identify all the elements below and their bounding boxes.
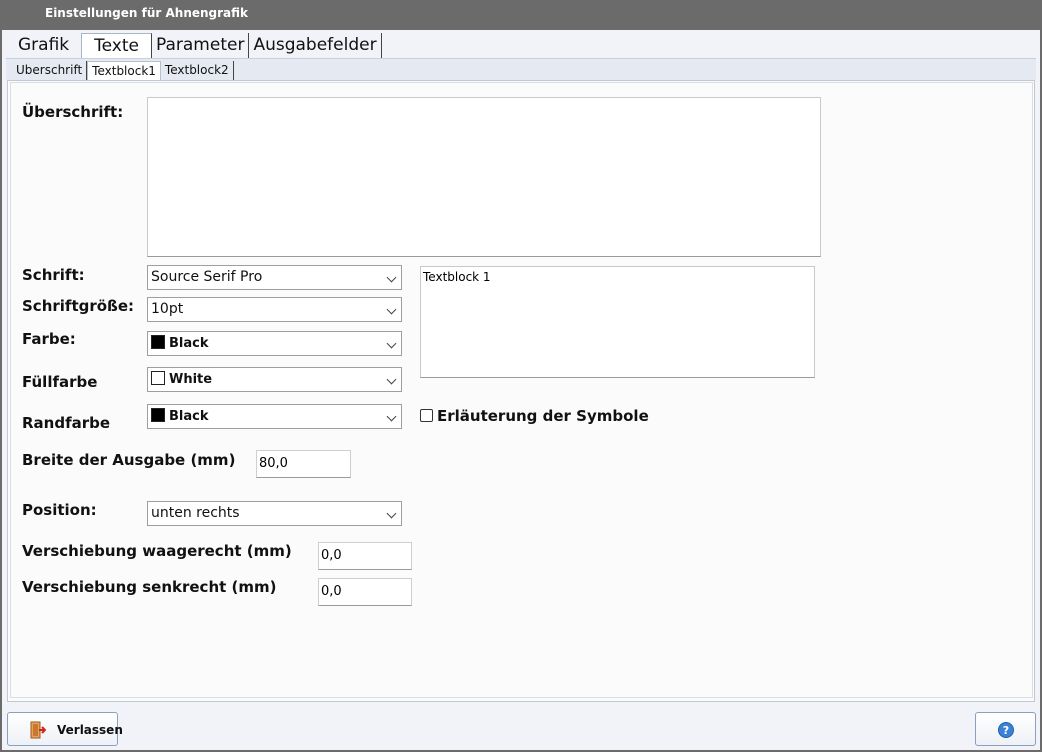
font-select-value: Source Serif Pro (151, 269, 263, 285)
border-label: Randfarbe (22, 414, 111, 432)
color-select[interactable]: Black (147, 331, 402, 356)
chevron-down-icon (386, 374, 397, 385)
exit-button-label: Verlassen (57, 723, 123, 737)
font-label: Schrift: (22, 266, 85, 284)
color-label: Farbe: (22, 330, 76, 348)
chevron-down-icon (386, 338, 397, 349)
sub-tabs: Uberschrift Textblock1 Textblock2 (12, 61, 234, 80)
exit-button[interactable]: Verlassen (7, 712, 123, 746)
chevron-down-icon (386, 304, 397, 315)
heading-textarea[interactable] (147, 97, 821, 257)
position-label: Position: (22, 501, 97, 519)
tab-grafik[interactable]: Grafik (6, 33, 81, 58)
border-swatch (151, 408, 165, 422)
chevron-down-icon (386, 272, 397, 283)
legend-label[interactable]: Erläuterung der Symbole (437, 407, 649, 425)
heading-label: Überschrift: (22, 103, 124, 121)
chevron-down-icon (386, 411, 397, 422)
door-exit-icon (30, 721, 46, 739)
position-select[interactable]: unten rechts (147, 501, 402, 526)
tab-parameter[interactable]: Parameter (152, 33, 250, 58)
tab-texte[interactable]: Texte (81, 33, 152, 58)
shift-h-label: Verschiebung waagerecht (mm) (22, 542, 292, 560)
border-select-value: Black (169, 409, 209, 424)
subtab-textblock1[interactable]: Textblock1 (87, 61, 161, 80)
fill-swatch (151, 371, 165, 385)
color-select-value: Black (169, 336, 209, 351)
width-input[interactable]: 80,0 (256, 450, 351, 478)
size-select[interactable]: 10pt (147, 297, 402, 322)
footer-bar (2, 706, 1040, 750)
size-label: Schriftgröße: (22, 297, 135, 315)
font-select[interactable]: Source Serif Pro (147, 265, 402, 290)
shift-v-input[interactable]: 0,0 (318, 578, 412, 606)
svg-text:?: ? (1003, 724, 1009, 737)
color-swatch (151, 335, 165, 349)
help-button[interactable]: ? (975, 712, 1036, 746)
help-icon: ? (998, 722, 1014, 738)
shift-h-input[interactable]: 0,0 (318, 542, 412, 570)
window-title: Einstellungen für Ahnengrafik (45, 6, 249, 20)
legend-checkbox[interactable] (420, 409, 433, 422)
border-select[interactable]: Black (147, 404, 402, 429)
fill-label: Füllfarbe (22, 373, 98, 391)
tab-ausgabefelder[interactable]: Ausgabefelder (249, 33, 382, 58)
subtab-uberschrift[interactable]: Uberschrift (12, 61, 88, 80)
title-bar: Einstellungen für Ahnengrafik (0, 0, 1042, 30)
width-label: Breite der Ausgabe (mm) (22, 451, 236, 469)
preview-text: Textblock 1 (423, 270, 491, 284)
size-select-value: 10pt (151, 301, 184, 317)
fill-select[interactable]: White (147, 367, 402, 392)
chevron-down-icon (386, 508, 397, 519)
preview-box: Textblock 1 (420, 266, 815, 378)
shift-v-label: Verschiebung senkrecht (mm) (22, 578, 277, 596)
position-select-value: unten rechts (151, 505, 240, 521)
main-tabs: Grafik Texte Parameter Ausgabefelder (6, 33, 382, 58)
subtab-textblock2[interactable]: Textblock2 (161, 61, 234, 80)
fill-select-value: White (169, 372, 213, 387)
